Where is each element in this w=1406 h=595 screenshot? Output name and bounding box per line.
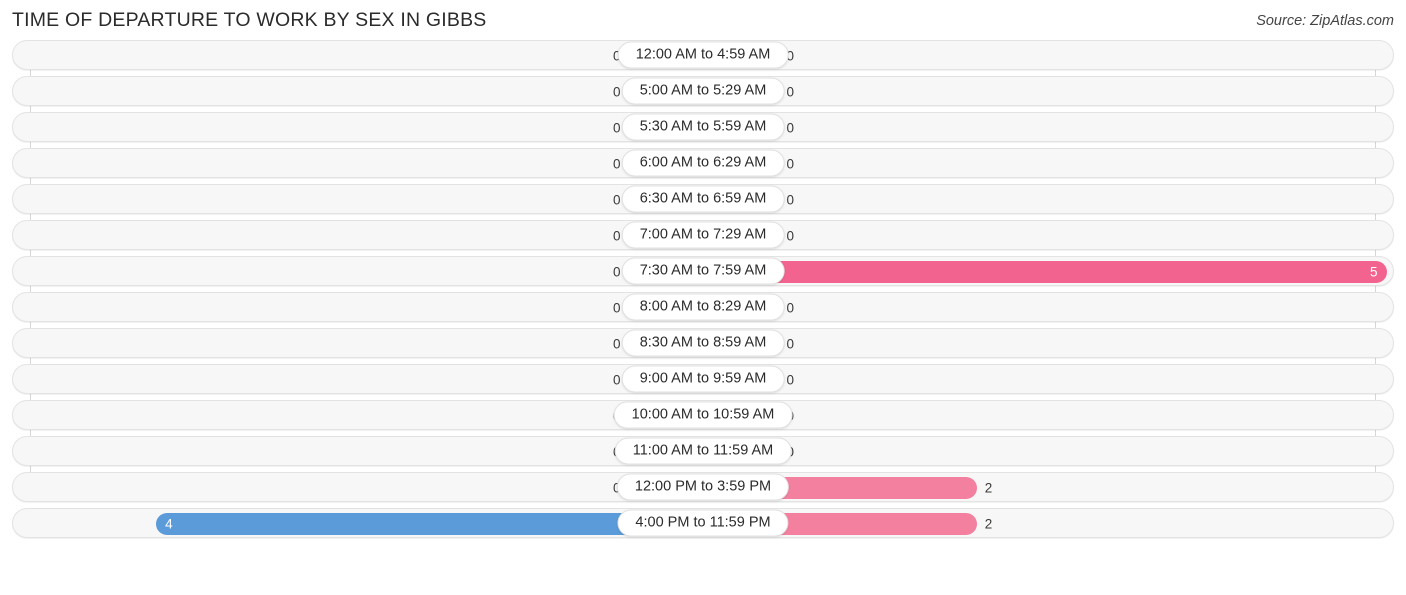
- row-category-label: 12:00 AM to 4:59 AM: [617, 41, 789, 69]
- bar-value-female: 0: [786, 228, 795, 244]
- bar-value-female: 0: [786, 156, 795, 172]
- bar-value-female: 0: [786, 372, 795, 388]
- row-category-label: 10:00 AM to 10:59 AM: [613, 401, 793, 429]
- table-row[interactable]: 0 0 9:00 AM to 9:59 AM: [12, 364, 1394, 394]
- bar-value-male: 0: [612, 264, 621, 280]
- table-row[interactable]: 0 0 5:00 AM to 5:29 AM: [12, 76, 1394, 106]
- row-category-label: 7:30 AM to 7:59 AM: [621, 257, 785, 285]
- bar-value-male: 0: [612, 84, 621, 100]
- row-category-label: 6:00 AM to 6:29 AM: [621, 149, 785, 177]
- row-category-label: 8:00 AM to 8:29 AM: [621, 293, 785, 321]
- bar-female[interactable]: 5: [703, 261, 1387, 283]
- bar-value-female: 2: [984, 516, 993, 532]
- row-category-label: 7:00 AM to 7:29 AM: [621, 221, 785, 249]
- row-category-label: 11:00 AM to 11:59 AM: [614, 437, 792, 465]
- source-attribution: Source: ZipAtlas.com: [1256, 13, 1394, 29]
- row-category-label: 8:30 AM to 8:59 AM: [621, 329, 785, 357]
- bar-value-male: 0: [612, 336, 621, 352]
- table-row[interactable]: 0 0 6:30 AM to 6:59 AM: [12, 184, 1394, 214]
- bar-value-male: 0: [612, 156, 621, 172]
- table-row[interactable]: 0 5 7:30 AM to 7:59 AM: [12, 256, 1394, 286]
- bar-value-male: 4: [165, 516, 173, 532]
- bar-rows: 0 0 12:00 AM to 4:59 AM 0 0 5:00 AM to 5:29 A…: [12, 40, 1394, 544]
- table-row[interactable]: 0 0 7:00 AM to 7:29 AM: [12, 220, 1394, 250]
- bar-value-male: 0: [612, 228, 621, 244]
- table-row[interactable]: 0011:00 AM to 11:59 AM: [12, 436, 1394, 466]
- table-row[interactable]: 0 0 8:00 AM to 8:29 AM: [12, 292, 1394, 322]
- table-row[interactable]: 0 0 5:30 AM to 5:59 AM: [12, 112, 1394, 142]
- table-row[interactable]: 0010:00 AM to 10:59 AM: [12, 400, 1394, 430]
- row-category-label: 5:30 AM to 5:59 AM: [621, 113, 785, 141]
- row-category-label: 5:00 AM to 5:29 AM: [621, 77, 785, 105]
- table-row[interactable]: 0212:00 PM to 3:59 PM: [12, 472, 1394, 502]
- bar-value-female: 0: [786, 120, 795, 136]
- bar-value-female: 2: [984, 480, 993, 496]
- page-title: TIME OF DEPARTURE TO WORK BY SEX IN GIBB…: [12, 9, 487, 31]
- chart-header: TIME OF DEPARTURE TO WORK BY SEX IN GIBB…: [0, 0, 1406, 40]
- bar-value-female: 0: [786, 84, 795, 100]
- table-row[interactable]: 0 0 12:00 AM to 4:59 AM: [12, 40, 1394, 70]
- bar-value-male: 0: [612, 372, 621, 388]
- row-category-label: 6:30 AM to 6:59 AM: [621, 185, 785, 213]
- bar-value-female: 0: [786, 336, 795, 352]
- bar-value-male: 0: [612, 120, 621, 136]
- table-row[interactable]: 0 0 6:00 AM to 6:29 AM: [12, 148, 1394, 178]
- bar-value-female: 5: [1370, 264, 1378, 280]
- row-category-label: 12:00 PM to 3:59 PM: [616, 473, 790, 501]
- table-row[interactable]: 4 2 4:00 PM to 11:59 PM: [12, 508, 1394, 538]
- row-category-label: 9:00 AM to 9:59 AM: [621, 365, 785, 393]
- bar-value-female: 0: [786, 300, 795, 316]
- bar-value-female: 0: [786, 192, 795, 208]
- bar-value-male: 0: [612, 192, 621, 208]
- row-category-label: 4:00 PM to 11:59 PM: [617, 509, 789, 537]
- table-row[interactable]: 0 0 8:30 AM to 8:59 AM: [12, 328, 1394, 358]
- bar-value-male: 0: [612, 300, 621, 316]
- chart-plot-area: 0 0 12:00 AM to 4:59 AM 0 0 5:00 AM to 5:29 A…: [12, 40, 1394, 545]
